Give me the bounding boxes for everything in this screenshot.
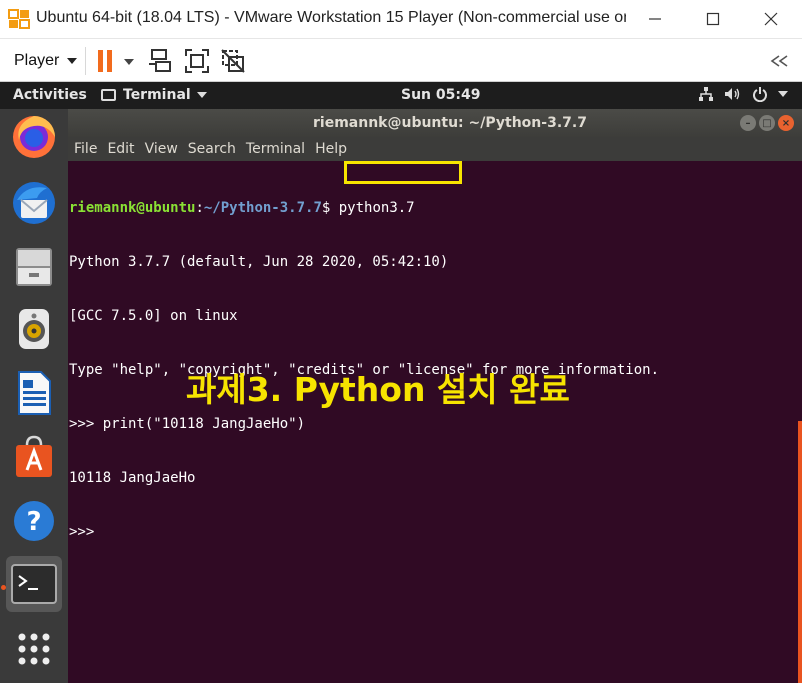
prompt-line: riemannk@ubuntu:~/Python-3.7.7$ python3.… — [69, 199, 659, 217]
app-menu-button[interactable]: Terminal — [101, 87, 207, 103]
terminal-menu-bar: File Edit View Search Terminal Help — [68, 137, 802, 161]
window-title: Ubuntu 64-bit (18.04 LTS) - VMware Works… — [36, 9, 626, 26]
player-menu-button[interactable]: Player — [6, 46, 85, 76]
dock-show-applications[interactable] — [6, 621, 62, 677]
close-icon[interactable] — [742, 0, 800, 38]
terminal-minimize-icon[interactable]: – — [740, 115, 756, 131]
thunderbird-icon — [13, 182, 55, 224]
unity-button[interactable] — [219, 47, 247, 75]
scrollbar-indicator[interactable] — [798, 421, 802, 683]
firefox-icon — [13, 116, 55, 158]
prompt-path: ~/Python-3.7.7 — [203, 200, 322, 216]
libreoffice-writer-icon — [18, 371, 51, 415]
window-title-bar: Ubuntu 64-bit (18.04 LTS) - VMware Works… — [0, 0, 802, 38]
terminal-close-icon[interactable]: × — [778, 115, 794, 131]
dock-terminal[interactable] — [6, 556, 62, 612]
collapse-toolbar-icon — [770, 55, 788, 67]
dock-rhythmbox[interactable] — [6, 301, 62, 357]
send-ctrl-alt-del-button[interactable] — [147, 47, 175, 75]
software-center-icon — [16, 435, 52, 477]
pause-button[interactable] — [95, 47, 137, 75]
system-tray[interactable] — [698, 86, 788, 102]
show-apps-icon — [18, 633, 50, 665]
menu-help[interactable]: Help — [315, 141, 347, 157]
activities-button[interactable]: Activities — [13, 87, 87, 103]
prompt-end: $ — [321, 200, 339, 216]
chevron-down-icon — [67, 58, 78, 64]
terminal-app-icon — [101, 89, 116, 101]
output-line: >>> — [69, 524, 95, 540]
menu-view[interactable]: View — [145, 141, 178, 157]
menu-search[interactable]: Search — [188, 141, 236, 157]
typed-command: python3.7 — [338, 200, 415, 216]
prompt-user: riemannk@ubuntu — [69, 200, 196, 216]
network-icon — [699, 87, 713, 101]
full-screen-icon — [185, 49, 209, 73]
vmware-toolbar: Player — [0, 38, 802, 82]
output-line: Python 3.7.7 (default, Jun 28 2020, 05:4… — [69, 254, 449, 270]
collapse-toolbar-button[interactable] — [766, 47, 794, 75]
clock[interactable]: Sun 05:49 — [401, 87, 480, 103]
vmware-logo-icon — [8, 9, 30, 29]
prompt-separator: : — [195, 200, 204, 216]
annotation-text: 과제3. Python 설치 완료 — [186, 370, 570, 409]
power-icon — [753, 87, 767, 102]
terminal-title-bar: riemannk@ubuntu: ~/Python-3.7.7 – □ × — [68, 109, 802, 137]
output-line: >>> print("10118 JangJaeHo") — [69, 416, 306, 432]
send-ctrl-alt-del-icon — [149, 49, 171, 72]
dock-libreoffice-writer[interactable] — [6, 365, 62, 421]
menu-file[interactable]: File — [74, 141, 97, 157]
menu-terminal[interactable]: Terminal — [246, 141, 305, 157]
pause-icon — [98, 50, 134, 72]
dock-software-center[interactable] — [6, 429, 62, 485]
volume-icon — [725, 88, 740, 100]
minimize-icon[interactable] — [626, 0, 684, 38]
dock-firefox[interactable] — [6, 109, 62, 165]
gnome-top-bar: Activities Terminal Sun 05:49 — [0, 82, 802, 109]
svg-text:?: ? — [26, 507, 41, 537]
output-line: [GCC 7.5.0] on linux — [69, 308, 238, 324]
rhythmbox-icon — [19, 309, 49, 349]
terminal-title: riemannk@ubuntu: ~/Python-3.7.7 — [313, 115, 587, 131]
maximize-icon[interactable] — [684, 0, 742, 38]
unity-icon — [221, 49, 245, 73]
dock-thunderbird[interactable] — [6, 175, 62, 231]
command-highlight-box — [344, 161, 462, 184]
dock-help[interactable]: ? — [6, 493, 62, 549]
files-icon — [16, 248, 52, 286]
toolbar-divider — [85, 47, 86, 75]
help-icon: ? — [14, 501, 54, 541]
output-line: 10118 JangJaeHo — [69, 470, 196, 486]
menu-edit[interactable]: Edit — [107, 141, 134, 157]
ubuntu-dock: ? — [0, 109, 68, 683]
player-menu-label: Player — [14, 52, 60, 69]
dock-files[interactable] — [6, 238, 62, 294]
terminal-icon — [11, 564, 57, 604]
chevron-down-icon — [196, 92, 207, 98]
chevron-down-icon — [778, 91, 788, 97]
terminal-output-area[interactable]: riemannk@ubuntu:~/Python-3.7.7$ python3.… — [68, 161, 802, 683]
full-screen-button[interactable] — [183, 47, 211, 75]
app-menu-label: Terminal — [123, 87, 191, 103]
terminal-maximize-icon[interactable]: □ — [759, 115, 775, 131]
